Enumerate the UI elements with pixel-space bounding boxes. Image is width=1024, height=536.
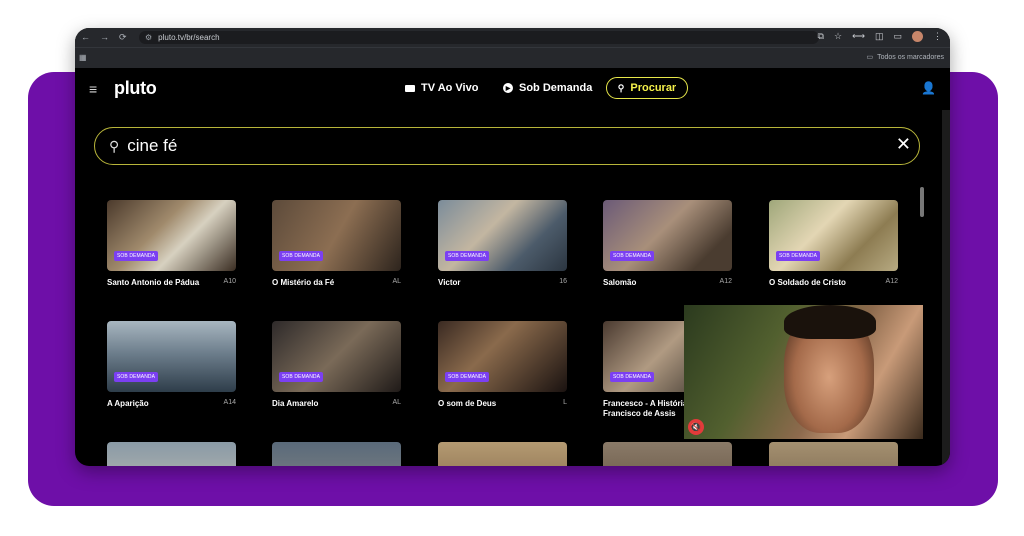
- on-demand-badge: SOB DEMANDA: [114, 372, 159, 382]
- apps-grid-icon[interactable]: ▦: [79, 53, 87, 62]
- forward-arrow-icon[interactable]: →: [100, 32, 109, 43]
- hamburger-icon[interactable]: ≡: [89, 81, 97, 97]
- on-demand-badge: SOB DEMANDA: [445, 372, 490, 382]
- result-thumbnail[interactable]: SOB DEMANDA: [438, 321, 567, 392]
- result-card[interactable]: SOB DEMANDA A Aparição A14: [107, 321, 236, 408]
- user-icon[interactable]: 👤: [921, 81, 936, 95]
- cast-icon[interactable]: ⧉: [818, 31, 824, 42]
- on-demand-badge: SOB DEMANDA: [114, 251, 159, 261]
- browser-window: ← → ⟳ ⚙ pluto.tv/br/search ⧉ ☆ ⟷ ◫ ▭ ⋮ ▦…: [75, 28, 950, 466]
- nav-tv-ao-vivo[interactable]: TV Ao Vivo: [405, 82, 478, 94]
- result-title: O som de Deus: [438, 399, 497, 408]
- back-arrow-icon[interactable]: ←: [81, 32, 90, 43]
- result-thumbnail[interactable]: SOB DEMANDA: [107, 200, 236, 271]
- search-query: cine fé: [127, 136, 178, 155]
- result-thumbnail[interactable]: SOB DEMANDA: [603, 200, 732, 271]
- tv-icon: [405, 84, 415, 92]
- result-thumbnail[interactable]: [769, 442, 898, 466]
- pluto-logo[interactable]: pluto: [114, 78, 157, 99]
- mute-icon[interactable]: 🔇: [688, 419, 704, 435]
- result-thumbnail[interactable]: SOB DEMANDA: [272, 321, 401, 392]
- result-thumbnail[interactable]: SOB DEMANDA: [272, 200, 401, 271]
- result-rating: AL: [392, 399, 401, 406]
- result-thumbnail[interactable]: SOB DEMANDA: [107, 321, 236, 392]
- result-card[interactable]: [107, 442, 236, 466]
- result-title: A Aparição: [107, 399, 149, 408]
- result-thumbnail[interactable]: [603, 442, 732, 466]
- result-thumbnail[interactable]: SOB DEMANDA: [769, 200, 898, 271]
- extensions-icon[interactable]: ◫: [875, 31, 884, 42]
- more-options-icon[interactable]: ⋮: [933, 31, 942, 42]
- mini-video-player[interactable]: 🔇: [684, 305, 923, 439]
- result-title: Victor: [438, 278, 461, 287]
- on-demand-badge: SOB DEMANDA: [610, 372, 655, 382]
- result-card[interactable]: SOB DEMANDA O Mistério da Fé AL: [272, 200, 401, 287]
- site-settings-icon[interactable]: ⚙: [145, 33, 152, 42]
- close-icon[interactable]: ✕: [896, 134, 911, 155]
- nav-sob-demanda[interactable]: ▶ Sob Demanda: [503, 82, 592, 94]
- result-rating: 16: [559, 278, 567, 285]
- browser-toolbar: ← → ⟳ ⚙ pluto.tv/br/search ⧉ ☆ ⟷ ◫ ▭ ⋮: [75, 28, 950, 47]
- play-icon: ▶: [503, 83, 513, 93]
- result-title: Santo Antonio de Pádua: [107, 278, 200, 287]
- result-rating: AL: [392, 278, 401, 285]
- result-thumbnail[interactable]: [107, 442, 236, 466]
- scrollbar-thumb[interactable]: [920, 187, 924, 217]
- nav-sob-demanda-label: Sob Demanda: [519, 82, 593, 94]
- result-card[interactable]: [438, 442, 567, 466]
- pluto-header: ≡ pluto TV Ao Vivo ▶ Sob Demanda ⚲ Procu…: [75, 69, 950, 109]
- search-icon: ⚲: [109, 137, 120, 154]
- video-frame-detail: [784, 305, 876, 339]
- search-input[interactable]: ⚲ cine fé ✕: [94, 127, 920, 165]
- result-card[interactable]: SOB DEMANDA O som de Deus L: [438, 321, 567, 408]
- on-demand-badge: SOB DEMANDA: [445, 251, 490, 261]
- bookmark-star-icon[interactable]: ☆: [834, 31, 842, 42]
- bookmarks-bar: ▦ ▭ Todos os marcadores: [75, 47, 950, 68]
- result-thumbnail[interactable]: SOB DEMANDA: [438, 200, 567, 271]
- result-card[interactable]: SOB DEMANDA O Soldado de Cristo A12: [769, 200, 898, 287]
- result-card[interactable]: SOB DEMANDA Santo Antonio de Pádua A10: [107, 200, 236, 287]
- translate-icon[interactable]: ⟷: [852, 31, 865, 42]
- result-title: Dia Amarelo: [272, 399, 319, 408]
- result-card[interactable]: SOB DEMANDA Victor 16: [438, 200, 567, 287]
- search-icon: ⚲: [617, 82, 625, 93]
- on-demand-badge: SOB DEMANDA: [776, 251, 821, 261]
- on-demand-badge: SOB DEMANDA: [279, 372, 324, 382]
- result-card[interactable]: SOB DEMANDA Dia Amarelo AL: [272, 321, 401, 408]
- all-bookmarks[interactable]: ▭ Todos os marcadores: [866, 53, 944, 62]
- browser-actions: ⧉ ☆ ⟷ ◫ ▭ ⋮: [818, 31, 942, 42]
- profile-avatar[interactable]: [912, 31, 923, 42]
- nav-tv-ao-vivo-label: TV Ao Vivo: [421, 82, 479, 94]
- result-rating: A12: [719, 278, 732, 285]
- address-bar[interactable]: ⚙ pluto.tv/br/search: [139, 31, 819, 44]
- result-card[interactable]: SOB DEMANDA Salomão A12: [603, 200, 732, 287]
- result-thumbnail[interactable]: [272, 442, 401, 466]
- result-card[interactable]: [272, 442, 401, 466]
- on-demand-badge: SOB DEMANDA: [610, 251, 655, 261]
- result-rating: L: [563, 399, 567, 406]
- sidebar-icon[interactable]: ▭: [893, 31, 902, 42]
- result-rating: A12: [885, 278, 898, 285]
- reload-icon[interactable]: ⟳: [119, 32, 127, 43]
- result-thumbnail[interactable]: [438, 442, 567, 466]
- result-title: O Mistério da Fé: [272, 278, 335, 287]
- folder-icon: ▭: [866, 54, 874, 61]
- result-card[interactable]: [769, 442, 898, 466]
- result-title: Salomão: [603, 278, 637, 287]
- window-right-edge: [942, 110, 950, 466]
- result-rating: A14: [223, 399, 236, 406]
- result-title: O Soldado de Cristo: [769, 278, 846, 287]
- search-nav-label: Procurar: [630, 82, 677, 94]
- scrollbar-track[interactable]: [918, 178, 924, 466]
- result-card[interactable]: [603, 442, 732, 466]
- on-demand-badge: SOB DEMANDA: [279, 251, 324, 261]
- browser-nav-buttons: ← → ⟳: [81, 32, 127, 43]
- url-text: pluto.tv/br/search: [158, 33, 220, 42]
- result-rating: A10: [223, 278, 236, 285]
- all-bookmarks-label: Todos os marcadores: [877, 53, 944, 61]
- search-nav-button[interactable]: ⚲ Procurar: [606, 77, 688, 99]
